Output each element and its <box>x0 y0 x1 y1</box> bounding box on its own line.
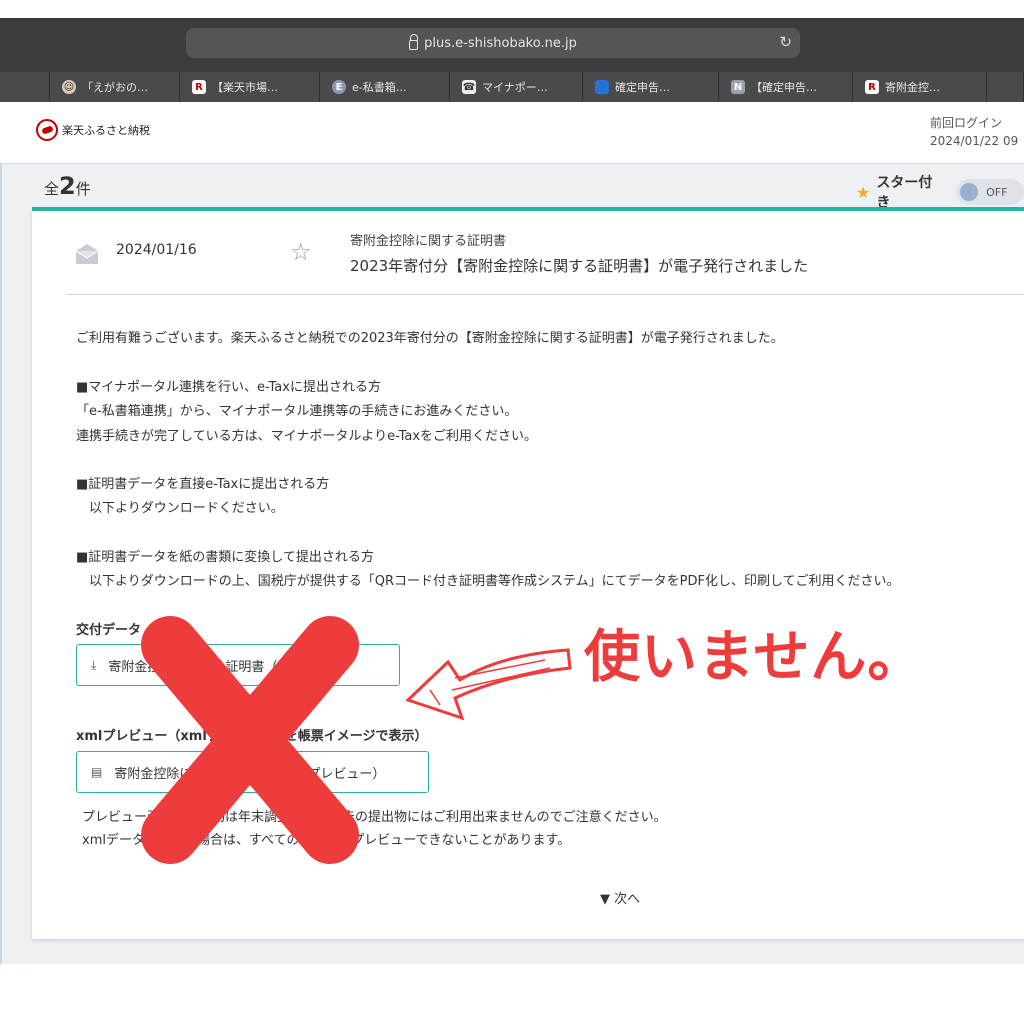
body-line: 以下よりダウンロードください。 <box>76 501 284 516</box>
message-title: 2023年寄付分【寄附金控除に関する証明書】が電子発行されました <box>350 257 809 275</box>
message-date: 2024/01/16 <box>116 242 197 258</box>
browser-tab[interactable] <box>987 72 1024 102</box>
tab-label: e-私書箱… <box>352 81 407 94</box>
star-filter-label: スター付き <box>876 175 933 211</box>
browser-tab[interactable]: Ee-私書箱… <box>320 72 450 102</box>
xml-preview-button[interactable]: ▤ 寄附金控除に関する証明書（xmlプレビュー） <box>76 751 429 793</box>
browser-tab[interactable]: 👤 確定申告… <box>583 72 719 102</box>
star-filter-toggle[interactable]: OFF <box>956 179 1024 205</box>
message-category: 寄附金控除に関する証明書 <box>350 234 507 249</box>
caret-down-icon: ▼ <box>600 892 615 907</box>
browser-tab[interactable]: N 【確定申告… <box>719 72 853 102</box>
last-login: 前回ログイン 2024/01/22 09 <box>930 114 1018 150</box>
tab-favicon-icon: N <box>731 80 745 94</box>
toggle-state: OFF <box>986 185 1008 199</box>
note-line: xmlデータが大量の場合は、すべてのページをプレビューできないことがあります。 <box>82 833 571 848</box>
tab-label: 【確定申告… <box>751 81 817 94</box>
tab-label: マイナポー… <box>482 81 548 94</box>
annotation-text: 使いません。 <box>584 625 925 690</box>
divider <box>66 294 1024 295</box>
last-login-label: 前回ログイン <box>930 116 1003 130</box>
tab-label: 【楽天市場… <box>212 81 278 94</box>
body-line: ご利用有難うございます。楽天ふるさと納税での2023年寄付分の【寄附金控除に関す… <box>76 331 784 346</box>
logo-text: 楽天ふるさと納税 <box>62 124 150 137</box>
tab-bar: ☺ 「えがおの… R 【楽天市場… Ee-私書箱… ☎ マイナポー… 👤 確定申告… N 【確定申告… <box>0 72 1024 102</box>
envelope-open-icon <box>75 244 99 264</box>
body-line: ■証明書データを紙の書類に変換して提出される方 <box>76 550 374 565</box>
message-count: 全2件 <box>44 172 91 200</box>
download-icon: ⤓ <box>91 657 97 672</box>
browser-tab[interactable]: ☺ 「えがおの… <box>50 72 180 102</box>
body-line: ■証明書データを直接e-Taxに提出される方 <box>76 477 330 492</box>
url-text: plus.e-shishobako.ne.jp <box>424 35 577 51</box>
rakuten-furusato-logo-icon <box>36 119 58 141</box>
body-line: 「e-私書箱連携」から、マイナポータル連携等の手続きにお進みください。 <box>76 404 518 419</box>
site-logo[interactable]: 楽天ふるさと納税 <box>36 119 150 141</box>
tab-label: 「えがおの… <box>82 81 148 94</box>
tab-favicon-icon: ☎ <box>462 80 476 94</box>
document-search-icon: ▤ <box>91 765 103 779</box>
url-bar[interactable]: plus.e-shishobako.ne.jp ↻ <box>186 28 800 58</box>
tab-favicon-icon: R <box>192 80 206 94</box>
left-sidebar-edge <box>0 164 2 964</box>
download-data-button[interactable]: ⤓ 寄附金控除に関する証明書（データ） <box>76 644 400 686</box>
note-line: プレビュー画面の印刷物は年末調整や確定申告の提出物にはご利用出来ませんのでご注意… <box>82 810 667 825</box>
download-heading: 交付データ <box>76 623 142 638</box>
download-button-label: 寄附金控除に関する証明書（データ） <box>108 659 330 675</box>
site-header: 楽天ふるさと納税 前回ログイン 2024/01/22 09 <box>0 102 1024 164</box>
last-login-value: 2024/01/22 09 <box>930 134 1019 148</box>
top-margin <box>0 0 1024 18</box>
tab-favicon-icon: R <box>865 80 879 94</box>
tab-favicon-icon: E <box>332 80 346 94</box>
browser-tab[interactable]: R 寄附金控… <box>853 72 987 102</box>
browser-tab[interactable]: R 【楽天市場… <box>180 72 320 102</box>
xml-preview-heading: xmlプレビュー（xmlデータの内容を帳票イメージで表示） <box>76 729 428 744</box>
star-outline-icon[interactable]: ☆ <box>290 238 312 266</box>
count-number: 2 <box>59 172 76 200</box>
toggle-knob <box>960 183 979 201</box>
next-link[interactable]: ▼ 次へ <box>600 888 640 907</box>
reload-icon[interactable]: ↻ <box>779 33 792 51</box>
tab-label: 確定申告… <box>615 81 670 94</box>
body-line: ■マイナポータル連携を行い、e-Taxに提出される方 <box>76 380 381 395</box>
star-filled-icon: ★ <box>856 182 871 202</box>
star-filter: ★ スター付き OFF <box>856 172 1024 212</box>
lock-icon <box>409 34 419 50</box>
count-prefix: 全 <box>44 180 60 198</box>
browser-tab[interactable] <box>0 72 50 102</box>
body-line: 連携手続きが完了している方は、マイナポータルよりe-Taxをご利用ください。 <box>76 429 538 444</box>
tab-label: 寄附金控… <box>885 81 940 94</box>
browser-tab[interactable]: ☎ マイナポー… <box>450 72 583 102</box>
xml-button-label: 寄附金控除に関する証明書（xmlプレビュー） <box>114 766 386 782</box>
tab-favicon-icon: 👤 <box>595 80 609 94</box>
next-label: 次へ <box>614 892 641 907</box>
tab-favicon-icon: ☺ <box>62 80 76 94</box>
count-suffix: 件 <box>75 180 91 198</box>
body-line: 以下よりダウンロードの上、国税庁が提供する「QRコード付き証明書等作成システム」… <box>76 574 900 589</box>
